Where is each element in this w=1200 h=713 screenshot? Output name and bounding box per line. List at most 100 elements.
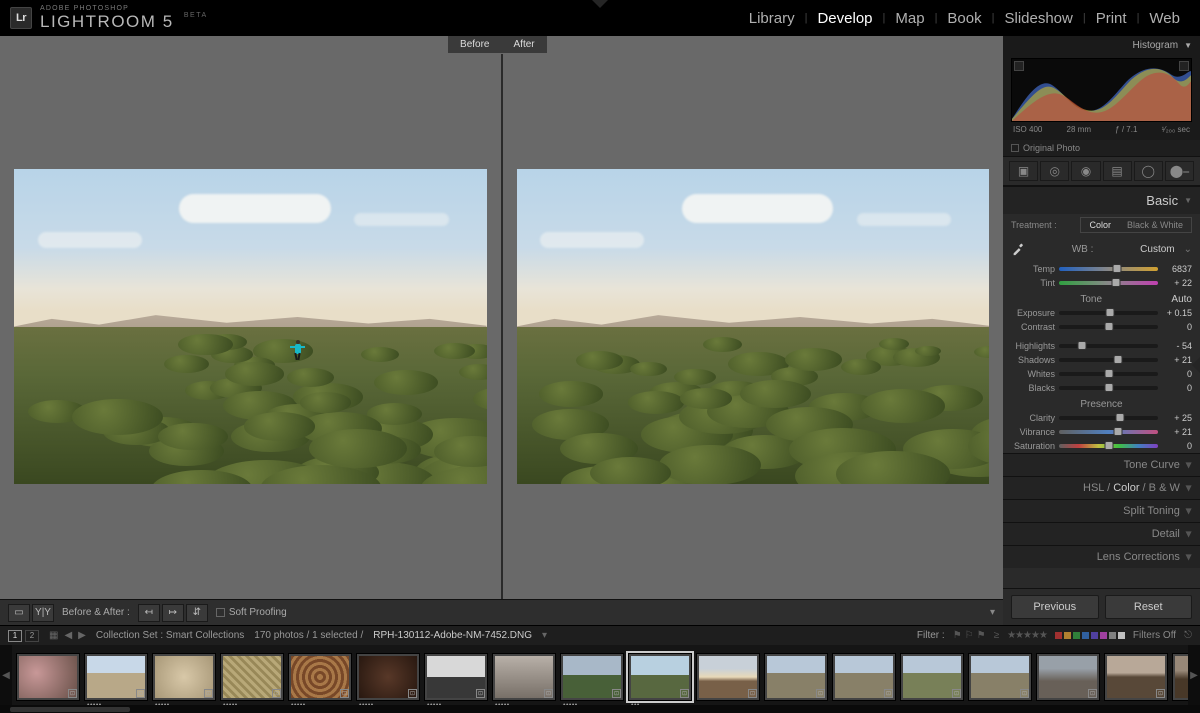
- module-library[interactable]: Library: [739, 10, 805, 27]
- reset-button[interactable]: Reset: [1105, 595, 1193, 619]
- module-web[interactable]: Web: [1139, 10, 1190, 27]
- rating-filter[interactable]: ★★★★★: [1007, 630, 1047, 641]
- filmstrip-right-caret[interactable]: ▶: [1188, 645, 1200, 705]
- soft-proofing-checkbox[interactable]: [216, 608, 225, 617]
- filmstrip-left-caret[interactable]: ◀: [0, 645, 12, 705]
- filmstrip-thumb[interactable]: •••••⊡: [220, 653, 284, 701]
- filmstrip-thumb[interactable]: •••⊡: [628, 653, 692, 701]
- module-map[interactable]: Map: [885, 10, 934, 27]
- tone-auto-button[interactable]: Auto: [1171, 294, 1192, 305]
- color-label-swatch[interactable]: [1118, 632, 1125, 639]
- before-label: Before: [448, 36, 501, 53]
- shadow-clipping-indicator[interactable]: [1014, 61, 1024, 71]
- filmstrip-thumb[interactable]: ⊡: [968, 653, 1032, 701]
- split-toning-header[interactable]: Split Toning▶: [1003, 499, 1200, 522]
- filmstrip-thumb[interactable]: •••••⊡: [424, 653, 488, 701]
- nav-forward-icon[interactable]: ▶: [78, 630, 86, 641]
- filmstrip-scrollbar[interactable]: [0, 705, 1200, 713]
- histogram-header[interactable]: Histogram▼: [1003, 36, 1200, 54]
- previous-button[interactable]: Previous: [1011, 595, 1099, 619]
- filmstrip-thumb[interactable]: •••••⊡: [152, 653, 216, 701]
- crop-tool[interactable]: ▣: [1009, 161, 1038, 181]
- tint-slider[interactable]: Tint+ 22: [1003, 276, 1200, 290]
- display-2-button[interactable]: 2: [25, 630, 39, 642]
- filmstrip-thumb[interactable]: •••••⊡: [492, 653, 556, 701]
- hsl-header[interactable]: HSL / Color / B & W▶: [1003, 476, 1200, 499]
- compare-view-button[interactable]: Y|Y: [32, 604, 54, 622]
- color-label-swatch[interactable]: [1091, 632, 1098, 639]
- filmstrip-thumb[interactable]: ⊡: [900, 653, 964, 701]
- filter-lock-icon[interactable]: ⎋: [1184, 630, 1192, 641]
- module-book[interactable]: Book: [937, 10, 991, 27]
- spot-tool[interactable]: ◎: [1040, 161, 1069, 181]
- tone-curve-header[interactable]: Tone Curve▶: [1003, 453, 1200, 476]
- highlight-clipping-indicator[interactable]: [1179, 61, 1189, 71]
- treatment-blackwhite[interactable]: Black & White: [1119, 218, 1191, 232]
- grad-filter-tool[interactable]: ▤: [1103, 161, 1132, 181]
- color-label-swatch[interactable]: [1064, 632, 1071, 639]
- wb-dropper-icon[interactable]: [1011, 242, 1025, 256]
- treatment-color[interactable]: Color: [1081, 218, 1119, 232]
- color-label-swatch[interactable]: [1109, 632, 1116, 639]
- loupe-view-button[interactable]: ▭: [8, 604, 30, 622]
- whites-slider[interactable]: Whites0: [1003, 367, 1200, 381]
- clarity-slider[interactable]: Clarity+ 25: [1003, 411, 1200, 425]
- brush-tool[interactable]: ⬤⎯: [1165, 161, 1194, 181]
- filename-caret[interactable]: ▾: [542, 630, 547, 641]
- module-slideshow[interactable]: Slideshow: [994, 10, 1082, 27]
- detail-header[interactable]: Detail▶: [1003, 522, 1200, 545]
- filmstrip-thumb[interactable]: ⊡: [1036, 653, 1100, 701]
- copy-after-to-before-button[interactable]: ⇵: [186, 604, 208, 622]
- display-1-button[interactable]: 1: [8, 630, 22, 642]
- module-develop[interactable]: Develop: [807, 10, 882, 27]
- filmstrip-thumb[interactable]: ⊡: [1172, 653, 1188, 701]
- filmstrip-thumb[interactable]: ⊡: [696, 653, 760, 701]
- flag-unflagged-icon[interactable]: ⚐: [965, 630, 974, 641]
- nav-back-icon[interactable]: ◀: [64, 630, 72, 641]
- filmstrip-thumb[interactable]: ⊡: [832, 653, 896, 701]
- saturation-slider[interactable]: Saturation0: [1003, 439, 1200, 453]
- basic-panel-header[interactable]: Basic▼: [1003, 186, 1200, 214]
- color-label-swatch[interactable]: [1073, 632, 1080, 639]
- collapse-top-caret[interactable]: [592, 0, 608, 8]
- flag-picked-icon[interactable]: ⚑: [953, 630, 962, 641]
- grid-icon[interactable]: ▦: [49, 630, 58, 641]
- filmstrip-thumb[interactable]: •••••⊡: [560, 653, 624, 701]
- flag-rejected-icon[interactable]: ⚑: [977, 630, 986, 641]
- color-label-swatch[interactable]: [1100, 632, 1107, 639]
- filmstrip-thumb[interactable]: ⊡: [764, 653, 828, 701]
- color-label-swatch[interactable]: [1055, 632, 1062, 639]
- color-label-swatch[interactable]: [1082, 632, 1089, 639]
- toolbar-options-caret[interactable]: ▾: [990, 607, 995, 618]
- contrast-slider[interactable]: Contrast0: [1003, 320, 1200, 334]
- filmstrip-thumb[interactable]: •••••⊡: [84, 653, 148, 701]
- vibrance-slider[interactable]: Vibrance+ 21: [1003, 425, 1200, 439]
- collection-label[interactable]: Collection Set : Smart Collections: [96, 630, 244, 641]
- before-photo[interactable]: [14, 169, 487, 484]
- filmstrip-thumb[interactable]: ⊡: [16, 653, 80, 701]
- exposure-slider[interactable]: Exposure+ 0.15: [1003, 306, 1200, 320]
- wb-preset-caret[interactable]: ⌄: [1184, 244, 1192, 255]
- filters-off-label[interactable]: Filters Off: [1133, 630, 1176, 641]
- collapse-right-panel-caret[interactable]: [1192, 357, 1200, 373]
- temp-slider[interactable]: Temp6837: [1003, 262, 1200, 276]
- after-photo[interactable]: [517, 169, 990, 484]
- shadows-slider[interactable]: Shadows+ 21: [1003, 353, 1200, 367]
- highlights-slider[interactable]: Highlights- 54: [1003, 339, 1200, 353]
- filename[interactable]: RPH-130112-Adobe-NM-7452.DNG: [373, 630, 532, 641]
- brand-beta: BETA: [184, 12, 208, 19]
- copy-settings-button[interactable]: ↦: [162, 604, 184, 622]
- original-photo-checkbox[interactable]: [1011, 144, 1019, 152]
- filmstrip-thumb[interactable]: •••••⊡: [356, 653, 420, 701]
- histogram[interactable]: [1011, 58, 1192, 122]
- redeye-tool[interactable]: ◉: [1071, 161, 1100, 181]
- module-print[interactable]: Print: [1086, 10, 1137, 27]
- swap-before-after-button[interactable]: ↤: [138, 604, 160, 622]
- wb-preset-select[interactable]: Custom: [1140, 244, 1174, 255]
- radial-filter-tool[interactable]: ◯: [1134, 161, 1163, 181]
- original-photo-row[interactable]: Original Photo: [1003, 140, 1200, 156]
- lens-corrections-header[interactable]: Lens Corrections▶: [1003, 545, 1200, 568]
- blacks-slider[interactable]: Blacks0: [1003, 381, 1200, 395]
- filmstrip-thumb[interactable]: ⊡: [1104, 653, 1168, 701]
- filmstrip-thumb[interactable]: •••••⊡: [288, 653, 352, 701]
